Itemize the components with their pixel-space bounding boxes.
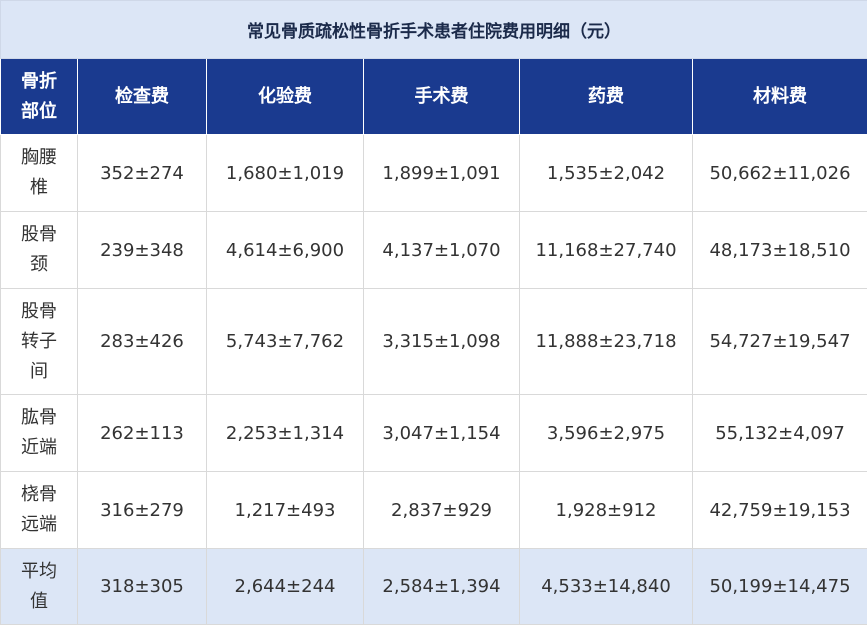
row-site-line: 股骨 (21, 300, 57, 322)
cell-surgery: 3,315±1,098 (363, 288, 520, 395)
table-row: 肱骨 近端 262±113 2,253±1,314 3,047±1,154 3,… (0, 394, 867, 472)
cell-surgery: 2,584±1,394 (363, 548, 520, 625)
header-lab: 化验费 (206, 58, 364, 135)
cell-drug: 4,533±14,840 (519, 548, 693, 625)
row-site-line: 转子 (21, 330, 57, 352)
row-site-line: 胸腰 (21, 147, 57, 168)
cell-lab: 4,614±6,900 (206, 211, 364, 289)
cell-lab: 5,743±7,762 (206, 288, 364, 395)
cell-lab: 1,680±1,019 (206, 134, 364, 212)
table-row: 桡骨 远端 316±279 1,217±493 2,837±929 1,928±… (0, 471, 867, 549)
row-site-line: 颈 (30, 254, 48, 275)
header-site-line-2: 部位 (21, 100, 57, 122)
row-site: 平均 值 (0, 548, 78, 625)
cell-exam: 352±274 (77, 134, 207, 212)
header-material: 材料费 (692, 58, 867, 135)
cost-table: 常见骨质疏松性骨折手术患者住院费用明细（元） 骨折 部位 检查费 化验费 手术费… (0, 0, 867, 625)
row-site: 股骨 颈 (0, 211, 78, 289)
cell-exam: 318±305 (77, 548, 207, 625)
cell-exam: 283±426 (77, 288, 207, 395)
cell-drug: 1,535±2,042 (519, 134, 693, 212)
row-site: 股骨 转子 间 (0, 288, 78, 395)
cell-material: 48,173±18,510 (692, 211, 867, 289)
cell-material: 54,727±19,547 (692, 288, 867, 395)
cost-table-container: 常见骨质疏松性骨折手术患者住院费用明细（元） 骨折 部位 检查费 化验费 手术费… (0, 0, 867, 627)
header-site-line-1: 骨折 (21, 70, 57, 92)
cell-lab: 2,644±244 (206, 548, 364, 625)
row-site-line: 桡骨 (21, 484, 57, 505)
table-header-row: 骨折 部位 检查费 化验费 手术费 药费 材料费 (0, 58, 867, 135)
table-title: 常见骨质疏松性骨折手术患者住院费用明细（元） (0, 0, 867, 59)
cell-exam: 239±348 (77, 211, 207, 289)
cell-material: 50,662±11,026 (692, 134, 867, 212)
cell-surgery: 3,047±1,154 (363, 394, 520, 472)
cell-surgery: 4,137±1,070 (363, 211, 520, 289)
table-row: 股骨 颈 239±348 4,614±6,900 4,137±1,070 11,… (0, 211, 867, 289)
row-site: 桡骨 远端 (0, 471, 78, 549)
header-site: 骨折 部位 (0, 58, 78, 135)
row-site-line: 平均 (21, 560, 57, 582)
cell-lab: 1,217±493 (206, 471, 364, 549)
cell-drug: 3,596±2,975 (519, 394, 693, 472)
row-site-line: 值 (30, 590, 48, 612)
header-drug: 药费 (519, 58, 693, 135)
cell-material: 42,759±19,153 (692, 471, 867, 549)
cell-surgery: 1,899±1,091 (363, 134, 520, 212)
cell-material: 55,132±4,097 (692, 394, 867, 472)
row-site-line: 股骨 (21, 224, 57, 245)
row-site: 胸腰 椎 (0, 134, 78, 212)
row-site-line: 近端 (21, 437, 57, 458)
cell-drug: 11,888±23,718 (519, 288, 693, 395)
header-surgery: 手术费 (363, 58, 520, 135)
table-title-row: 常见骨质疏松性骨折手术患者住院费用明细（元） (0, 0, 867, 59)
header-exam: 检查费 (77, 58, 207, 135)
table-row-average: 平均 值 318±305 2,644±244 2,584±1,394 4,533… (0, 548, 867, 625)
row-site-line: 肱骨 (21, 407, 57, 428)
cell-exam: 262±113 (77, 394, 207, 472)
cell-surgery: 2,837±929 (363, 471, 520, 549)
cell-lab: 2,253±1,314 (206, 394, 364, 472)
row-site-line: 远端 (21, 514, 57, 535)
table-row: 股骨 转子 间 283±426 5,743±7,762 3,315±1,098 … (0, 288, 867, 395)
cell-drug: 1,928±912 (519, 471, 693, 549)
row-site-line: 椎 (30, 177, 48, 198)
table-row: 胸腰 椎 352±274 1,680±1,019 1,899±1,091 1,5… (0, 134, 867, 212)
cell-exam: 316±279 (77, 471, 207, 549)
row-site-line: 间 (30, 360, 48, 382)
row-site: 肱骨 近端 (0, 394, 78, 472)
cell-material: 50,199±14,475 (692, 548, 867, 625)
cell-drug: 11,168±27,740 (519, 211, 693, 289)
